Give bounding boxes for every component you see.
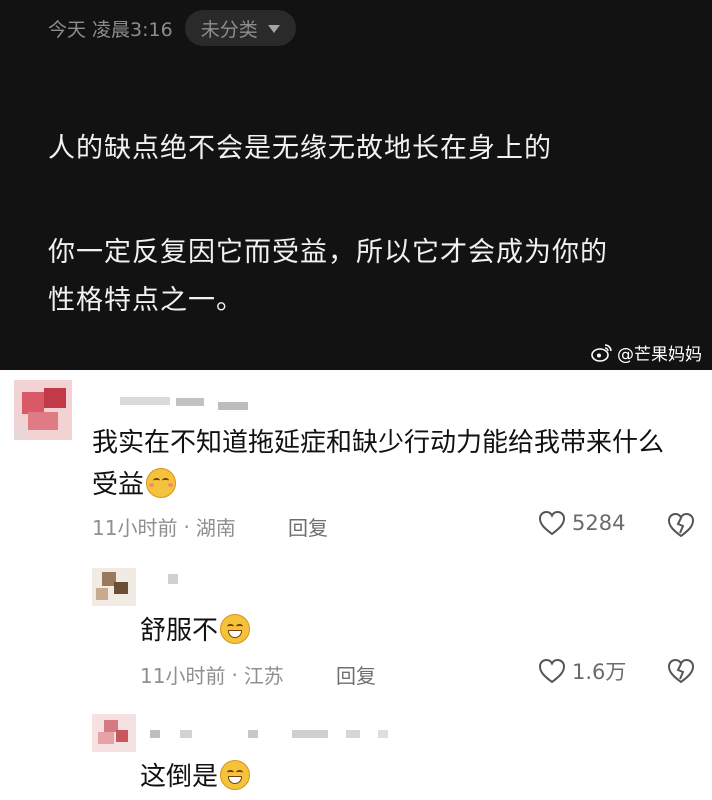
category-label: 未分类 <box>200 18 258 41</box>
comment-text: 这倒是 <box>140 756 251 793</box>
dropdown-arrow-icon <box>267 25 280 33</box>
note-line-3: 性格特点之一。 <box>48 285 244 316</box>
like-button[interactable]: 1.6万 <box>538 656 626 686</box>
category-dropdown[interactable]: 未分类 <box>184 10 296 46</box>
comment-text-content: 这倒是 <box>140 762 219 792</box>
watermark-text: @芒果妈妈 <box>617 345 702 365</box>
like-button[interactable]: 5284 <box>538 510 625 536</box>
blurred-username-part <box>218 402 248 410</box>
comment-info: 11小时前 · 湖南 <box>92 512 236 541</box>
info-separator: · <box>231 662 238 687</box>
avatar[interactable] <box>14 380 72 440</box>
blurred-username <box>168 574 178 584</box>
comment-text-cont: 受益 <box>92 470 145 500</box>
blurred-username <box>120 397 170 405</box>
comment-text-line-2: 受益 <box>92 464 177 501</box>
weibo-icon <box>591 343 612 362</box>
note-panel: 今天 凌晨3:16 未分类 人的缺点绝不会是无缘无故地长在身上的 你一定反复因它… <box>0 0 712 370</box>
like-count: 1.6万 <box>572 660 627 684</box>
reply-button[interactable]: 回复 <box>336 660 376 689</box>
note-line-1: 人的缺点绝不会是无缘无故地长在身上的 <box>48 133 552 164</box>
broken-heart-icon[interactable] <box>666 512 696 538</box>
info-separator: · <box>183 514 190 539</box>
weibo-watermark: @芒果妈妈 <box>591 340 702 365</box>
avatar[interactable] <box>92 568 136 606</box>
reply-button[interactable]: 回复 <box>288 512 328 541</box>
comment-location: 江苏 <box>243 664 284 688</box>
blurred-username-part <box>248 730 258 738</box>
comment-location: 湖南 <box>195 516 236 540</box>
note-line-2: 你一定反复因它而受益，所以它才会成为你的 <box>48 237 608 268</box>
blurred-username-part <box>180 730 192 738</box>
like-count: 5284 <box>572 511 626 535</box>
smiling-face-emoji-icon <box>146 467 177 498</box>
grinning-face-emoji-icon <box>220 613 251 644</box>
heart-icon <box>538 510 566 536</box>
blurred-username-part <box>176 398 204 406</box>
comment-info: 11小时前 · 江苏 <box>140 660 284 689</box>
avatar[interactable] <box>92 714 136 752</box>
broken-heart-icon[interactable] <box>666 658 696 684</box>
heart-icon <box>538 658 566 684</box>
blurred-username-part <box>292 730 328 738</box>
comment-text: 我实在不知道拖延症和缺少行动力能给我带来什么 <box>92 428 665 458</box>
blurred-username-part <box>346 730 360 738</box>
comment-time: 11小时前 <box>92 516 178 540</box>
note-time: 今天 凌晨3:16 <box>48 18 173 41</box>
grinning-face-emoji-icon <box>220 759 251 790</box>
comment-text: 舒服不 <box>140 610 251 647</box>
blurred-username-part <box>378 730 388 738</box>
comment-time: 11小时前 <box>140 664 226 688</box>
note-meta: 今天 凌晨3:16 未分类 <box>48 10 296 46</box>
blurred-username <box>150 730 160 738</box>
comment-text-content: 舒服不 <box>140 616 219 646</box>
